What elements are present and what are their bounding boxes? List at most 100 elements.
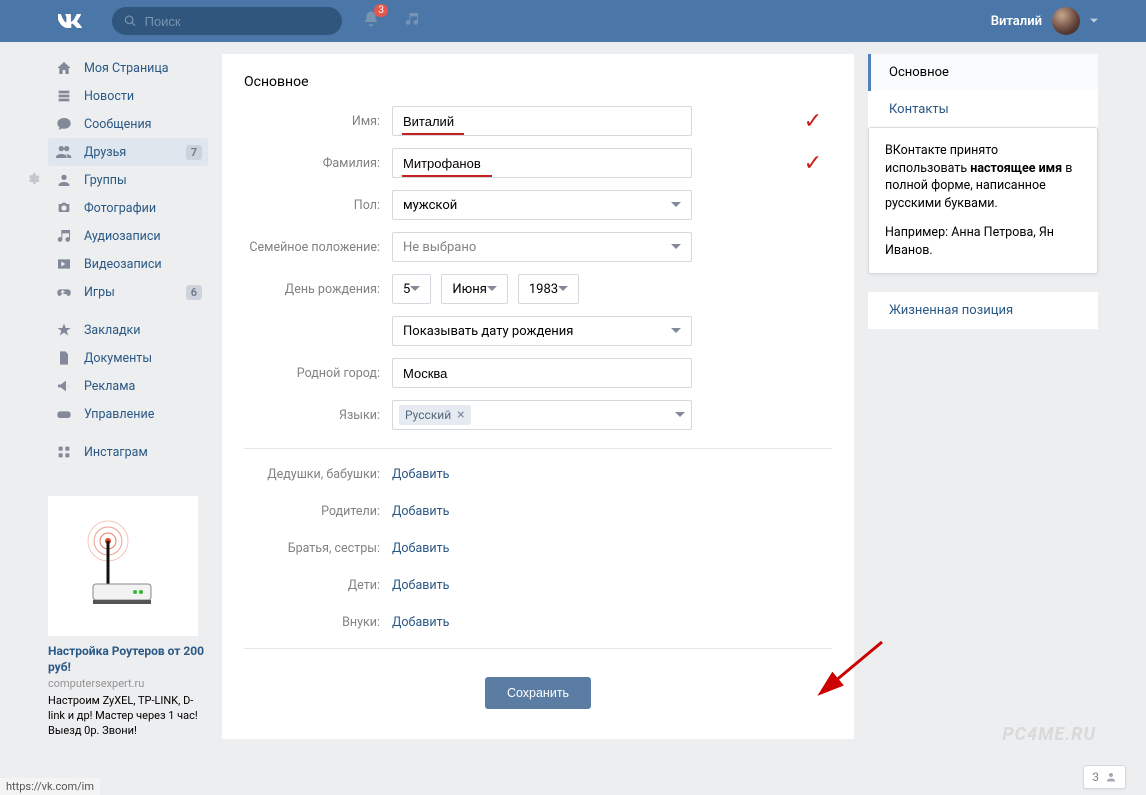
- search-box[interactable]: [112, 7, 342, 35]
- notifications-button[interactable]: 3: [362, 10, 380, 32]
- status-bar-url: https://vk.com/im: [0, 778, 100, 795]
- label-bday: День рождения:: [244, 282, 392, 297]
- panel-title: Основное: [222, 74, 854, 106]
- nav-label: Игры: [84, 285, 115, 300]
- add-children-link[interactable]: Добавить: [392, 578, 449, 593]
- label-first-name: Имя:: [244, 114, 392, 129]
- user-menu[interactable]: Виталий: [991, 7, 1098, 35]
- ad-text: Настроим ZyXEL, TP-LINK, D-link и др! Ма…: [48, 694, 208, 739]
- nav-groups[interactable]: Группы: [48, 166, 208, 194]
- add-grandchildren-link[interactable]: Добавить: [392, 615, 449, 630]
- user-name: Виталий: [991, 14, 1042, 29]
- chevron-down-icon: [671, 200, 681, 210]
- first-name-input[interactable]: [392, 106, 692, 136]
- bday-year-select[interactable]: 1983: [518, 274, 579, 304]
- tab-main[interactable]: Основное: [868, 54, 1098, 91]
- divider: [244, 448, 832, 449]
- nav-label: Друзья: [84, 145, 126, 160]
- nav-label: Управление: [84, 407, 154, 422]
- name-hint-tooltip: ВКонтакте принято использовать настоящее…: [868, 127, 1098, 274]
- tab-life-position[interactable]: Жизненная позиция: [868, 292, 1098, 329]
- nav-label: Закладки: [84, 323, 141, 338]
- nav-instagram[interactable]: Инстаграм: [48, 438, 208, 466]
- nav-friends[interactable]: Друзья 7: [48, 138, 208, 166]
- hometown-input[interactable]: [392, 358, 692, 388]
- chevron-down-icon: [675, 410, 685, 420]
- photos-icon: [56, 200, 72, 216]
- nav-count: 6: [186, 285, 202, 300]
- nav-ads[interactable]: Реклама: [48, 372, 208, 400]
- nav-audio[interactable]: Аудиозаписи: [48, 222, 208, 250]
- messages-icon: [56, 116, 72, 132]
- friends-icon: [56, 144, 72, 160]
- last-name-input[interactable]: [392, 148, 692, 178]
- divider: [244, 648, 832, 649]
- bday-month-select[interactable]: Июня: [441, 274, 508, 304]
- nav-label: Видеозаписи: [84, 257, 162, 272]
- nav-bookmarks[interactable]: Закладки: [48, 316, 208, 344]
- nav-label: Реклама: [84, 379, 135, 394]
- nav-games[interactable]: Игры 6: [48, 278, 208, 306]
- instagram-icon: [56, 444, 72, 460]
- audio-icon: [56, 228, 72, 244]
- nav-docs[interactable]: Документы: [48, 344, 208, 372]
- chevron-down-icon: [410, 284, 420, 294]
- advertisement[interactable]: Настройка Роутеров от 200 руб! computers…: [48, 496, 208, 739]
- nav-video[interactable]: Видеозаписи: [48, 250, 208, 278]
- profile-edit-panel: Основное Имя: ✓ Фамилия: ✓: [222, 54, 854, 739]
- settings-tabs-sidebar: Основное Контакты ВКонтакте принято испо…: [868, 54, 1098, 739]
- nav-secondary: Закладки Документы Реклама Управление: [48, 316, 208, 428]
- gender-select[interactable]: мужской: [392, 190, 692, 220]
- router-icon: [73, 516, 173, 616]
- add-grandparents-link[interactable]: Добавить: [392, 467, 449, 482]
- languages-select[interactable]: Русский×: [392, 400, 692, 430]
- bday-visibility-select[interactable]: Показывать дату рождения: [392, 316, 692, 346]
- home-icon: [56, 60, 72, 76]
- nav-news[interactable]: Новости: [48, 82, 208, 110]
- language-tag: Русский×: [399, 405, 471, 425]
- avatar: [1052, 7, 1080, 35]
- remove-tag-button[interactable]: ×: [457, 408, 464, 422]
- nav-count: 7: [186, 145, 202, 160]
- nav-label: Документы: [84, 351, 152, 366]
- select-value: Июня: [452, 282, 487, 297]
- select-value: Не выбрано: [403, 240, 476, 255]
- nav-messages[interactable]: Сообщения: [48, 110, 208, 138]
- chevron-down-icon: [558, 284, 568, 294]
- manage-icon: [56, 406, 72, 422]
- tab-contacts[interactable]: Контакты: [868, 91, 1098, 128]
- ad-image: [48, 496, 198, 636]
- save-button[interactable]: Сохранить: [485, 677, 591, 709]
- sidebar: Моя Страница Новости Сообщения Друзья 7 Г…: [48, 54, 208, 739]
- corner-chip[interactable]: 3: [1083, 765, 1126, 789]
- search-input[interactable]: [145, 14, 330, 29]
- tabs-panel: Основное Контакты: [868, 54, 1098, 128]
- nav-main: Моя Страница Новости Сообщения Друзья 7 Г…: [48, 54, 208, 306]
- add-parents-link[interactable]: Добавить: [392, 504, 449, 519]
- tabs-panel-2: Жизненная позиция: [868, 292, 1098, 329]
- add-siblings-link[interactable]: Добавить: [392, 541, 449, 556]
- settings-gear-button[interactable]: [26, 172, 40, 190]
- label-grandparents: Дедушки, бабушки:: [244, 467, 392, 482]
- label-children: Дети:: [244, 578, 392, 593]
- nav-manage[interactable]: Управление: [48, 400, 208, 428]
- label-marital: Семейное положение:: [244, 240, 392, 255]
- music-button[interactable]: [404, 11, 420, 31]
- nav-apps: Инстаграм: [48, 438, 208, 466]
- groups-icon: [56, 172, 72, 188]
- marital-select[interactable]: Не выбрано: [392, 232, 692, 262]
- chevron-down-icon: [1090, 17, 1098, 25]
- nav-my-page[interactable]: Моя Страница: [48, 54, 208, 82]
- search-icon: [124, 14, 137, 28]
- chevron-down-icon: [487, 284, 497, 294]
- bday-day-select[interactable]: 5: [392, 274, 431, 304]
- label-gender: Пол:: [244, 198, 392, 213]
- nav-photos[interactable]: Фотографии: [48, 194, 208, 222]
- star-icon: [56, 322, 72, 338]
- ad-domain: computersexpert.ru: [48, 677, 208, 690]
- nav-label: Группы: [84, 173, 127, 188]
- label-grandchildren: Внуки:: [244, 615, 392, 630]
- person-icon: [1105, 771, 1117, 783]
- vk-logo[interactable]: [48, 9, 92, 34]
- select-value: 1983: [529, 282, 558, 297]
